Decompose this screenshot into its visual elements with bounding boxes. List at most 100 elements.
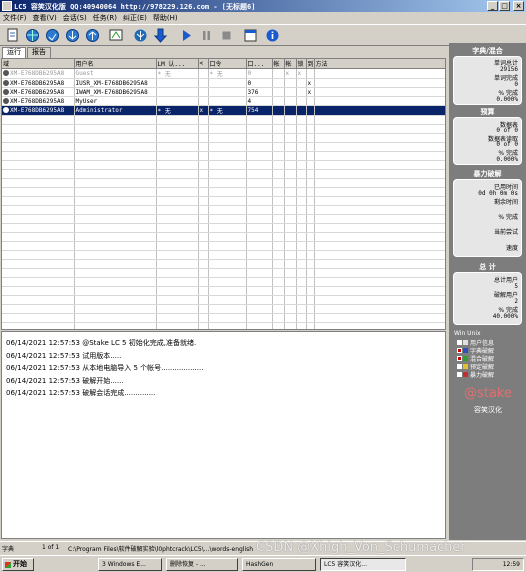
help-button[interactable] [264, 27, 281, 44]
menu-remediate[interactable]: 纠正(E) [120, 12, 150, 23]
col-lm-password[interactable]: LM 认... [156, 59, 199, 69]
export-button[interactable] [84, 27, 101, 44]
precomputed-stats: 数据表 0 of 0 数据表读取 0 of 0 % 完成 0.000% [453, 117, 522, 165]
prec-percent-value: 0.000% [496, 156, 518, 163]
tab-run[interactable]: 运行 [2, 47, 26, 58]
checkbox[interactable] [457, 340, 462, 345]
analyze-button[interactable] [132, 27, 149, 44]
menu-session[interactable]: 会话(S) [60, 12, 90, 23]
col-account-2[interactable]: 帐 [284, 59, 297, 69]
brand-subtitle: 容笑汉化 [474, 406, 502, 414]
open-session-button[interactable] [24, 27, 41, 44]
legend-swatch [463, 340, 468, 345]
empty-row [2, 169, 445, 179]
checkbox[interactable] [457, 372, 462, 377]
table-row[interactable]: XM-E768DB6295A8 IWAM_XM-E768DB6295A8 376… [2, 87, 445, 97]
domain-cell: XM-E768DB6295A8 [2, 78, 75, 88]
close-button[interactable]: × [513, 1, 524, 11]
status-mode: 字典 [2, 546, 15, 553]
checkbox[interactable] [457, 364, 462, 369]
taskbar-item-explorer[interactable]: 3 Windows E... [98, 558, 162, 571]
maximize-button[interactable]: □ [499, 1, 510, 11]
length-cell: 4 [246, 96, 273, 106]
checkbox[interactable] [457, 356, 462, 361]
checkbox[interactable] [457, 348, 462, 353]
schedule-button[interactable] [242, 27, 259, 44]
import-button[interactable] [64, 27, 81, 44]
flag-cell: x [284, 68, 297, 79]
tab-report[interactable]: 报告 [27, 47, 51, 58]
length-cell: 0 [246, 78, 273, 88]
table-row[interactable]: XM-E768DB6295A8 Guest * 无 * 无 0 x x [2, 68, 445, 79]
download-button[interactable] [152, 27, 169, 44]
legend-brute[interactable]: 暴力破解 [457, 370, 494, 379]
flag-cell [306, 68, 315, 79]
table-row[interactable]: XM-E768DB6295A8 IUSR_XM-E768DB6295A8 0 x [2, 78, 445, 88]
watermark: CSDN @Xhigh_Von_Schumacher [256, 540, 466, 555]
flag-cell [306, 96, 315, 106]
password-cell [208, 87, 247, 97]
words-done-value: 0 [514, 81, 518, 88]
col-expires[interactable]: 到 [306, 59, 315, 69]
domain-cell: XM-E768DB6295A8 [2, 87, 75, 97]
flag-cell [296, 87, 307, 97]
taskbar-item-recovery[interactable]: 删除恢复 - ... [166, 558, 238, 571]
current-test-label: 当前尝试 [493, 229, 518, 236]
stop-audit-button[interactable] [218, 27, 235, 44]
menu-task[interactable]: 任务(R) [90, 12, 120, 23]
save-session-button[interactable] [44, 27, 61, 44]
dictionary-stats: 单词总计 29156 单词完成 0 % 完成 0.000% [453, 56, 522, 105]
table-row-selected[interactable]: XM-E768DB6295A8 Administrator * 无 x * 无 … [2, 105, 445, 116]
summary-section-title: 总 计 [479, 263, 496, 271]
begin-audit-button[interactable] [178, 27, 195, 44]
lt-cell [198, 78, 209, 88]
empty-row [2, 214, 445, 224]
stake-logo: @stake [464, 386, 512, 401]
flag-cell [272, 105, 285, 116]
lm-cell [156, 78, 199, 88]
taskbar-item-lc5[interactable]: LC5 容笑汉化... [320, 558, 406, 571]
method-cell [314, 68, 445, 79]
domain-cell: XM-E768DB6295A8 [2, 105, 75, 116]
username-cell: Administrator [74, 105, 157, 116]
col-locked[interactable]: 锁 [296, 59, 307, 69]
col-password[interactable]: 口令 [208, 59, 247, 69]
download-arrow-icon [153, 28, 168, 43]
empty-row [2, 205, 445, 215]
minimize-button[interactable]: _ [487, 1, 498, 11]
table-row[interactable]: XM-E768DB6295A8 MyUser 4 [2, 96, 445, 106]
legend-swatch [463, 364, 468, 369]
lm-cell: * 无 [156, 105, 199, 116]
pause-icon [203, 31, 210, 40]
start-button[interactable]: 开始 [2, 558, 34, 571]
flag-cell [296, 96, 307, 106]
empty-row [2, 187, 445, 197]
new-document-icon [7, 28, 18, 42]
menu-file[interactable]: 文件(F) [0, 12, 30, 23]
pause-audit-button[interactable] [198, 27, 215, 44]
col-password-length[interactable]: 口... [246, 59, 273, 69]
stats-panel: 字典/混合 单词总计 29156 单词完成 0 % 完成 0.000% 预算 数… [449, 43, 526, 540]
col-domain[interactable]: 域 [2, 59, 75, 69]
empty-row [2, 277, 445, 287]
menu-view[interactable]: 查看(V) [30, 12, 60, 23]
col-username[interactable]: 用户名 [74, 59, 157, 69]
new-session-button[interactable] [4, 27, 21, 44]
empty-row [2, 232, 445, 242]
taskbar-item-hashgen[interactable]: HashGen [242, 558, 316, 571]
system-tray-clock[interactable]: 12:59 [472, 558, 524, 571]
username-cell: MyUser [74, 96, 157, 106]
col-account-1[interactable]: 帐 [272, 59, 285, 69]
globe-save-icon [46, 29, 59, 42]
col-method[interactable]: 方法 [314, 59, 445, 69]
method-cell [314, 105, 445, 116]
col-lt[interactable]: < [198, 59, 209, 69]
flag-cell [284, 87, 297, 97]
empty-row [2, 295, 445, 305]
menu-help[interactable]: 帮助(H) [150, 12, 181, 23]
window-title: LC5 容笑汉化版 QQ:40940064 http://978229.126.… [14, 3, 256, 11]
wizard-button[interactable] [108, 27, 125, 44]
flag-cell [284, 96, 297, 106]
empty-row [2, 286, 445, 296]
username-cell: IUSR_XM-E768DB6295A8 [74, 78, 157, 88]
